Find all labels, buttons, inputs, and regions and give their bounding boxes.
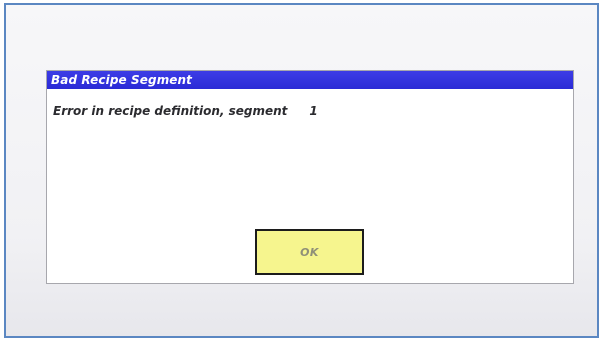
dialog-title: Bad Recipe Segment [51, 73, 193, 87]
hmi-screen: Bad Recipe Segment Error in recipe defin… [4, 3, 599, 338]
error-message: Error in recipe definition, segment 1 [53, 104, 318, 118]
ok-button-label: OK [300, 245, 319, 259]
dialog-titlebar: Bad Recipe Segment [47, 71, 573, 89]
segment-number: 1 [309, 104, 318, 118]
error-dialog: Bad Recipe Segment Error in recipe defin… [46, 70, 574, 284]
ok-button[interactable]: OK [255, 229, 364, 275]
error-message-text: Error in recipe definition, segment [53, 104, 288, 118]
